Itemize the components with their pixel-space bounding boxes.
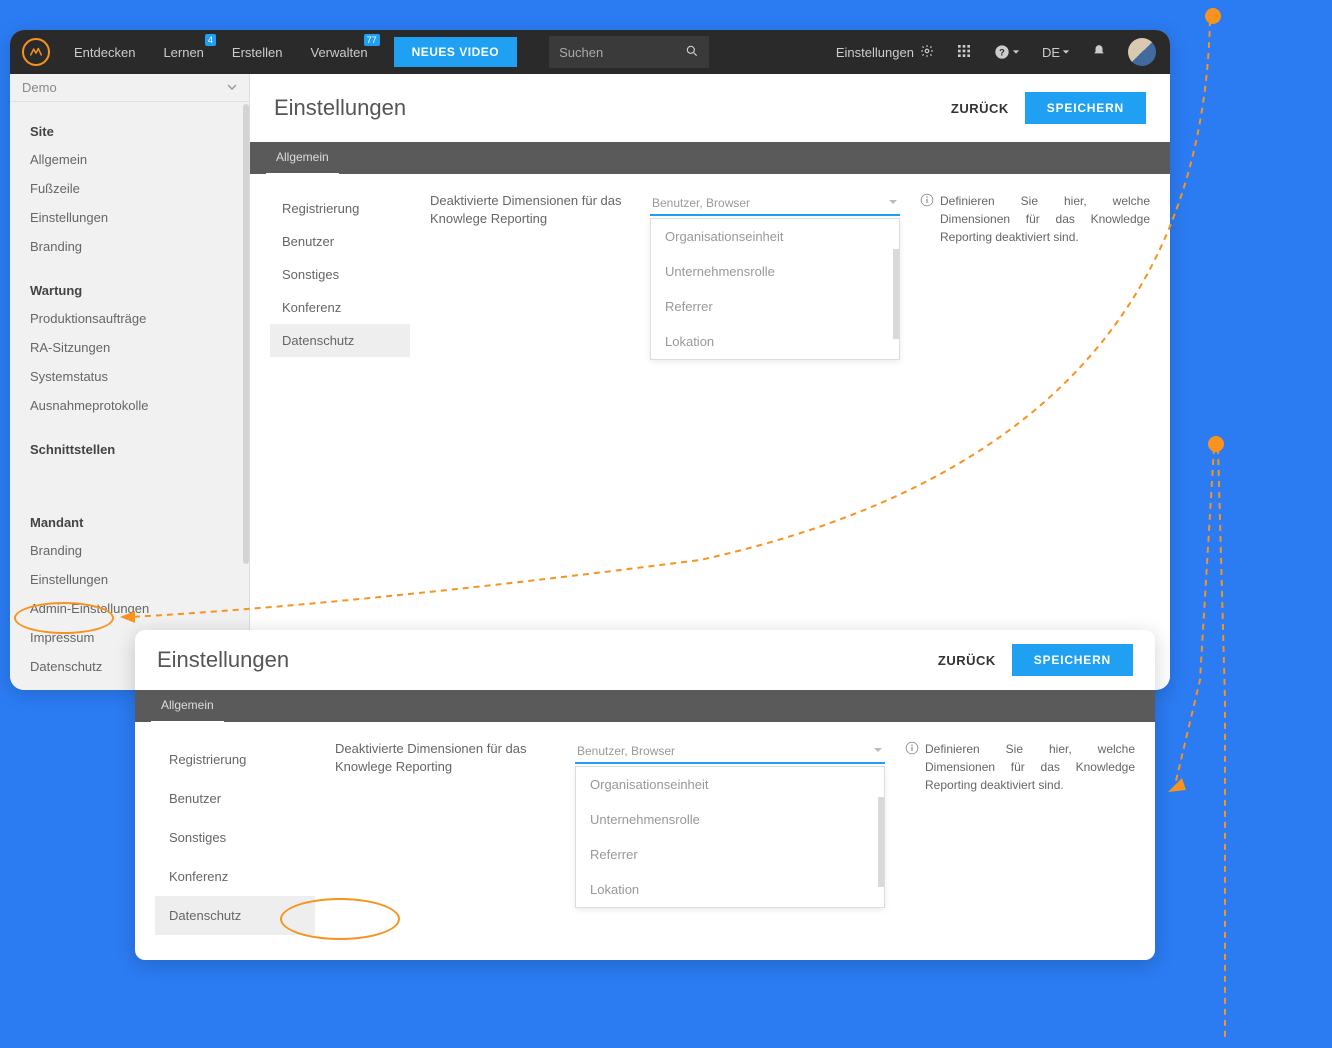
sidebar-item[interactable]: Produktionsaufträge	[10, 304, 249, 333]
sidebar-item[interactable]: RA-Sitzungen	[10, 333, 249, 362]
chevron-down-icon	[873, 744, 883, 758]
sidebar-group-wartung: Wartung	[10, 273, 249, 304]
subnav-sonstiges[interactable]: Sonstiges	[155, 818, 315, 857]
subnav-sonstiges[interactable]: Sonstiges	[270, 258, 410, 291]
scrollbar[interactable]	[878, 797, 884, 887]
dropdown-menu: Organisationseinheit Unternehmensrolle R…	[575, 766, 885, 908]
badge: 4	[205, 34, 216, 46]
dimensions-select[interactable]: Benutzer, Browser	[650, 192, 900, 216]
sidebar-group-schnittstellen: Schnittstellen	[10, 432, 249, 463]
sidebar: Demo Site Allgemein Fußzeile Einstellung…	[10, 74, 250, 690]
nav-verwalten[interactable]: Verwalten77	[297, 30, 382, 74]
main-window: Entdecken Lernen4 Erstellen Verwalten77 …	[10, 30, 1170, 690]
page-title: Einstellungen	[274, 95, 406, 121]
dropdown-option[interactable]: Referrer	[576, 837, 884, 872]
tab-bar: Allgemein	[250, 142, 1170, 174]
subnav-registrierung[interactable]: Registrierung	[155, 740, 315, 779]
dropdown-option[interactable]: Unternehmensrolle	[576, 802, 884, 837]
save-button[interactable]: SPEICHERN	[1025, 92, 1146, 124]
nav-entdecken[interactable]: Entdecken	[60, 30, 149, 74]
subnav-registrierung[interactable]: Registrierung	[270, 192, 410, 225]
subnav-konferenz[interactable]: Konferenz	[155, 857, 315, 896]
nav-lernen[interactable]: Lernen4	[149, 30, 217, 74]
sidebar-item[interactable]: Ausnahmeprotokolle	[10, 391, 249, 420]
field-label: Deaktivierte Dimensionen für das Knowleg…	[430, 192, 630, 360]
sidebar-item[interactable]: Einstellungen	[10, 203, 249, 232]
tab-allgemein[interactable]: Allgemein	[266, 141, 339, 175]
dropdown-option[interactable]: Referrer	[651, 289, 899, 324]
apps-icon[interactable]	[956, 43, 972, 62]
sub-nav: Registrierung Benutzer Sonstiges Konfere…	[155, 740, 315, 935]
logo-icon	[22, 38, 50, 66]
dropdown-option[interactable]: Lokation	[651, 324, 899, 359]
subnav-benutzer[interactable]: Benutzer	[155, 779, 315, 818]
dropdown-option[interactable]: Organisationseinheit	[651, 219, 899, 254]
search-input[interactable]: Suchen	[549, 36, 709, 68]
info-icon	[920, 193, 934, 207]
svg-text:?: ?	[999, 47, 1005, 57]
badge: 77	[364, 34, 380, 46]
dropdown-option[interactable]: Organisationseinheit	[576, 767, 884, 802]
sidebar-item[interactable]: Systemstatus	[10, 362, 249, 391]
sidebar-group-mandant: Mandant	[10, 505, 249, 536]
page-title: Einstellungen	[157, 647, 289, 673]
settings-link[interactable]: Einstellungen	[836, 44, 934, 61]
chevron-down-icon	[888, 196, 898, 210]
search-icon	[685, 44, 699, 61]
sub-nav: Registrierung Benutzer Sonstiges Konfere…	[270, 192, 410, 360]
sidebar-item[interactable]: Admin-Einstellungen	[10, 594, 249, 623]
sidebar-group-site: Site	[10, 114, 249, 145]
scrollbar[interactable]	[893, 249, 899, 339]
back-button[interactable]: ZURÜCK	[938, 653, 996, 668]
subnav-datenschutz[interactable]: Datenschutz	[270, 324, 410, 357]
help-icon[interactable]: ?	[994, 44, 1020, 60]
field-help: Definieren Sie hier, welche Dimensionen …	[905, 740, 1135, 935]
annotation-dot	[1205, 8, 1221, 24]
sidebar-item[interactable]: Allgemein	[10, 145, 249, 174]
tenant-selector[interactable]: Demo	[10, 74, 249, 102]
save-button[interactable]: SPEICHERN	[1012, 644, 1133, 676]
lang-selector[interactable]: DE	[1042, 45, 1070, 60]
info-icon	[905, 741, 919, 755]
subnav-datenschutz[interactable]: Datenschutz	[155, 896, 315, 935]
tab-bar: Allgemein	[135, 690, 1155, 722]
dimensions-select[interactable]: Benutzer, Browser	[575, 740, 885, 764]
back-button[interactable]: ZURÜCK	[951, 101, 1009, 116]
main-content: Einstellungen ZURÜCK SPEICHERN Allgemein…	[250, 74, 1170, 690]
top-navbar: Entdecken Lernen4 Erstellen Verwalten77 …	[10, 30, 1170, 74]
tab-allgemein[interactable]: Allgemein	[151, 689, 224, 723]
dropdown-option[interactable]: Lokation	[576, 872, 884, 907]
subnav-benutzer[interactable]: Benutzer	[270, 225, 410, 258]
sidebar-item-einstellungen[interactable]: Einstellungen	[10, 565, 249, 594]
sidebar-item[interactable]: Branding	[10, 232, 249, 261]
field-help: Definieren Sie hier, welche Dimensionen …	[920, 192, 1150, 360]
bell-icon[interactable]	[1092, 44, 1106, 61]
dropdown-menu: Organisationseinheit Unternehmensrolle R…	[650, 218, 900, 360]
sidebar-item[interactable]: Fußzeile	[10, 174, 249, 203]
scrollbar[interactable]	[243, 104, 249, 564]
subnav-konferenz[interactable]: Konferenz	[270, 291, 410, 324]
chevron-down-icon	[227, 80, 237, 95]
sidebar-item[interactable]: Branding	[10, 536, 249, 565]
new-video-button[interactable]: NEUES VIDEO	[394, 37, 518, 67]
avatar[interactable]	[1128, 38, 1156, 66]
nav-erstellen[interactable]: Erstellen	[218, 30, 297, 74]
annotation-dot	[1208, 436, 1224, 452]
dropdown-option[interactable]: Unternehmensrolle	[651, 254, 899, 289]
gear-icon	[920, 44, 934, 61]
field-label: Deaktivierte Dimensionen für das Knowleg…	[335, 740, 555, 935]
detail-window: Einstellungen ZURÜCK SPEICHERN Allgemein…	[135, 630, 1155, 960]
